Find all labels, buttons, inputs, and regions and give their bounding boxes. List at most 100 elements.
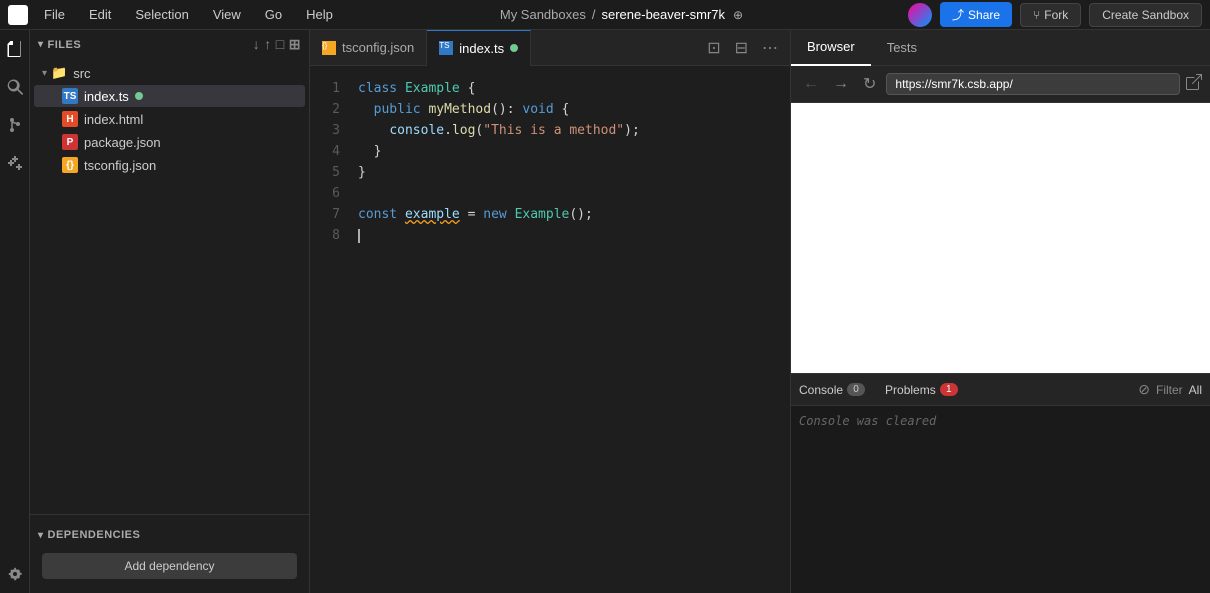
code-line-2: public myMethod(): void { — [358, 99, 790, 120]
menu-items: File Edit Selection View Go Help — [40, 5, 337, 24]
tabs-actions: ⊡ ⊟ ⋯ — [695, 36, 790, 60]
menu-help[interactable]: Help — [302, 5, 337, 24]
create-sandbox-button[interactable]: Create Sandbox — [1089, 3, 1202, 27]
menu-selection[interactable]: Selection — [131, 5, 192, 24]
tab-tests[interactable]: Tests — [871, 30, 933, 66]
browser-content — [791, 103, 1210, 373]
folder-icon: 📁 — [51, 65, 67, 81]
folder-chevron: ▾ — [42, 68, 47, 79]
share-button[interactable]: ⤴ Share — [940, 2, 1012, 27]
globe-icon: ⊕ — [731, 8, 745, 22]
main-layout: ▾ Files ↓ ↑ □ ⊞ ▾ 📁 src TS index.ts — [0, 30, 1210, 593]
menu-edit[interactable]: Edit — [85, 5, 115, 24]
right-panel-tabs: Browser Tests — [791, 30, 1210, 66]
sandbox-path: My Sandboxes — [500, 7, 586, 22]
tab-modified-dot — [510, 44, 518, 52]
url-bar[interactable] — [886, 73, 1180, 95]
code-content[interactable]: class Example { public myMethod(): void … — [350, 66, 790, 593]
file-name-package-json: package.json — [84, 135, 161, 150]
files-toolbar-icons: ↓ ↑ □ ⊞ — [253, 36, 301, 53]
external-link-button[interactable] — [1186, 74, 1202, 95]
fork-button[interactable]: ⑂ Fork — [1020, 3, 1081, 27]
code-line-3: console.log("This is a method"); — [358, 120, 790, 141]
forward-button[interactable]: → — [829, 73, 853, 95]
tab-tsconfig-json[interactable]: {} tsconfig.json — [310, 30, 427, 66]
activity-files-icon[interactable] — [4, 38, 26, 60]
activity-bar — [0, 30, 30, 593]
activity-settings-icon[interactable] — [4, 563, 26, 585]
console-content: Console was cleared — [791, 406, 1210, 593]
html-file-icon: H — [62, 111, 78, 127]
fork-label: Fork — [1044, 8, 1068, 22]
code-line-7: const example = new Example(); — [358, 204, 790, 225]
modified-indicator — [135, 92, 143, 100]
fork-icon: ⑂ — [1033, 8, 1040, 22]
problems-label: Problems — [885, 383, 936, 397]
menu-center: My Sandboxes / serene-beaver-smr7k ⊕ — [337, 7, 908, 22]
console-badge: 0 — [847, 383, 865, 396]
filter-label: Filter — [1156, 383, 1183, 397]
json-file-icon: {} — [62, 157, 78, 173]
menu-right: ⤴ Share ⑂ Fork Create Sandbox — [908, 2, 1202, 27]
files-chevron: ▾ — [38, 39, 44, 50]
menu-go[interactable]: Go — [261, 5, 286, 24]
console-filter: ⊘ Filter All — [1138, 381, 1202, 398]
code-line-5: } — [358, 162, 790, 183]
folder-src[interactable]: ▾ 📁 src — [34, 62, 305, 84]
right-panel: Browser Tests ← → ↻ — [790, 30, 1210, 593]
files-section-label: Files — [48, 39, 82, 51]
sort-desc-icon[interactable]: ↓ — [253, 36, 261, 53]
activity-search-icon[interactable] — [4, 76, 26, 98]
app-logo — [8, 5, 28, 25]
code-editor[interactable]: 1 2 3 4 5 6 7 8 class Example { public m… — [310, 66, 790, 593]
share-icon: ⤴ — [952, 6, 964, 23]
file-tree: ▾ 📁 src TS index.ts H index.html P packa… — [30, 59, 309, 514]
file-name-index-html: index.html — [84, 112, 143, 127]
console-tab[interactable]: Console 0 — [799, 383, 865, 397]
deps-chevron: ▾ — [38, 530, 44, 541]
ts-file-icon: TS — [62, 88, 78, 104]
files-section-header[interactable]: ▾ Files ↓ ↑ □ ⊞ — [30, 30, 309, 59]
activity-git-icon[interactable] — [4, 114, 26, 136]
console-cleared-message: Console was cleared — [799, 414, 1202, 428]
file-name-index-ts: index.ts — [84, 89, 129, 104]
path-separator: / — [592, 7, 596, 22]
back-button[interactable]: ← — [799, 73, 823, 95]
dependencies-header[interactable]: ▾ Dependencies — [30, 523, 309, 547]
all-filter-label[interactable]: All — [1189, 383, 1202, 397]
menu-view[interactable]: View — [209, 5, 245, 24]
add-dependency-button[interactable]: Add dependency — [42, 553, 297, 579]
sort-asc-icon[interactable]: ↑ — [264, 36, 272, 53]
split-editor-button[interactable]: ⊡ — [703, 36, 724, 60]
problems-badge: 1 — [940, 383, 958, 396]
code-line-6 — [358, 183, 790, 204]
problems-tab[interactable]: Problems 1 — [885, 383, 958, 397]
file-tsconfig-json[interactable]: {} tsconfig.json — [34, 154, 305, 176]
new-file-icon[interactable]: □ — [276, 36, 285, 53]
file-package-json[interactable]: P package.json — [34, 131, 305, 153]
file-index-ts[interactable]: TS index.ts — [34, 85, 305, 107]
editor-tabs: {} tsconfig.json TS index.ts ⊡ ⊟ ⋯ — [310, 30, 790, 66]
pkg-file-icon: P — [62, 134, 78, 150]
console-pane: Console 0 Problems 1 ⊘ Filter All Consol… — [791, 373, 1210, 593]
browser-toolbar: ← → ↻ — [791, 66, 1210, 103]
console-label: Console — [799, 383, 843, 397]
more-actions-button[interactable]: ⋯ — [758, 36, 782, 60]
refresh-button[interactable]: ↻ — [859, 72, 880, 96]
new-folder-icon[interactable]: ⊞ — [289, 36, 301, 53]
menu-file[interactable]: File — [40, 5, 69, 24]
tab-browser[interactable]: Browser — [791, 30, 871, 66]
dependencies-label: Dependencies — [48, 529, 141, 541]
line-numbers: 1 2 3 4 5 6 7 8 — [310, 66, 350, 593]
clear-console-button[interactable]: ⊘ — [1138, 381, 1150, 398]
console-toolbar: Console 0 Problems 1 ⊘ Filter All — [791, 374, 1210, 406]
dependencies-section: ▾ Dependencies Add dependency — [30, 514, 309, 593]
activity-extensions-icon[interactable] — [4, 152, 26, 174]
share-label: Share — [968, 8, 1000, 22]
split-vertical-button[interactable]: ⊟ — [731, 36, 752, 60]
tab-index-ts[interactable]: TS index.ts — [427, 30, 531, 66]
tab-ts-icon: TS — [439, 41, 453, 55]
editor-area: {} tsconfig.json TS index.ts ⊡ ⊟ ⋯ 1 2 3… — [310, 30, 790, 593]
file-index-html[interactable]: H index.html — [34, 108, 305, 130]
tab-index-ts-label: index.ts — [459, 41, 504, 56]
